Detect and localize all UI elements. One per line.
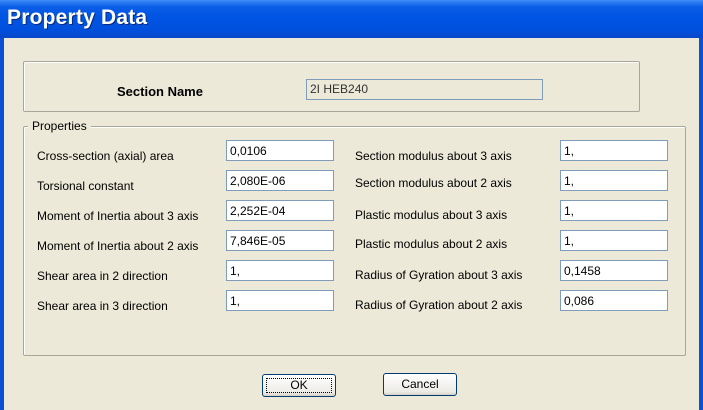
moment-inertia-2-input[interactable] [226, 230, 334, 251]
cancel-button-label: Cancel [401, 377, 439, 391]
section-modulus-3-label: Section modulus about 3 axis [355, 149, 512, 163]
radius-gyration-3-label: Radius of Gyration about 3 axis [355, 268, 523, 282]
shear-area-3-label: Shear area in 3 direction [37, 299, 168, 313]
section-modulus-2-label: Section modulus about 2 axis [355, 176, 512, 190]
plastic-modulus-3-label: Plastic modulus about 3 axis [355, 208, 508, 222]
plastic-modulus-2-label: Plastic modulus about 2 axis [355, 237, 508, 251]
properties-group-label: Properties [28, 119, 91, 133]
moment-inertia-3-input[interactable] [226, 200, 334, 221]
plastic-modulus-2-input[interactable] [560, 230, 668, 251]
title-bar[interactable]: Property Data [0, 0, 703, 38]
torsional-constant-input[interactable] [226, 170, 334, 191]
window-frame-right [699, 38, 703, 410]
shear-area-2-input[interactable] [226, 260, 334, 281]
window-frame-left [0, 38, 4, 410]
shear-area-3-input[interactable] [226, 290, 334, 311]
shear-area-2-label: Shear area in 2 direction [37, 269, 168, 283]
cancel-button[interactable]: Cancel [383, 373, 457, 396]
cross-section-area-input[interactable] [226, 140, 334, 161]
moment-inertia-3-label: Moment of Inertia about 3 axis [37, 209, 199, 223]
cross-section-area-label: Cross-section (axial) area [37, 149, 174, 163]
section-name-field: 2I HEB240 [306, 79, 543, 100]
section-name-label: Section Name [117, 84, 203, 99]
plastic-modulus-3-input[interactable] [560, 200, 668, 221]
moment-inertia-2-label: Moment of Inertia about 2 axis [37, 239, 199, 253]
radius-gyration-2-label: Radius of Gyration about 2 axis [355, 298, 523, 312]
radius-gyration-2-input[interactable] [560, 290, 668, 311]
window-title: Property Data [7, 6, 148, 29]
torsional-constant-label: Torsional constant [37, 179, 134, 193]
ok-button[interactable]: OK [262, 374, 336, 397]
section-modulus-2-input[interactable] [560, 170, 668, 191]
radius-gyration-3-input[interactable] [560, 260, 668, 281]
focus-rect [266, 378, 332, 393]
section-modulus-3-input[interactable] [560, 140, 668, 161]
